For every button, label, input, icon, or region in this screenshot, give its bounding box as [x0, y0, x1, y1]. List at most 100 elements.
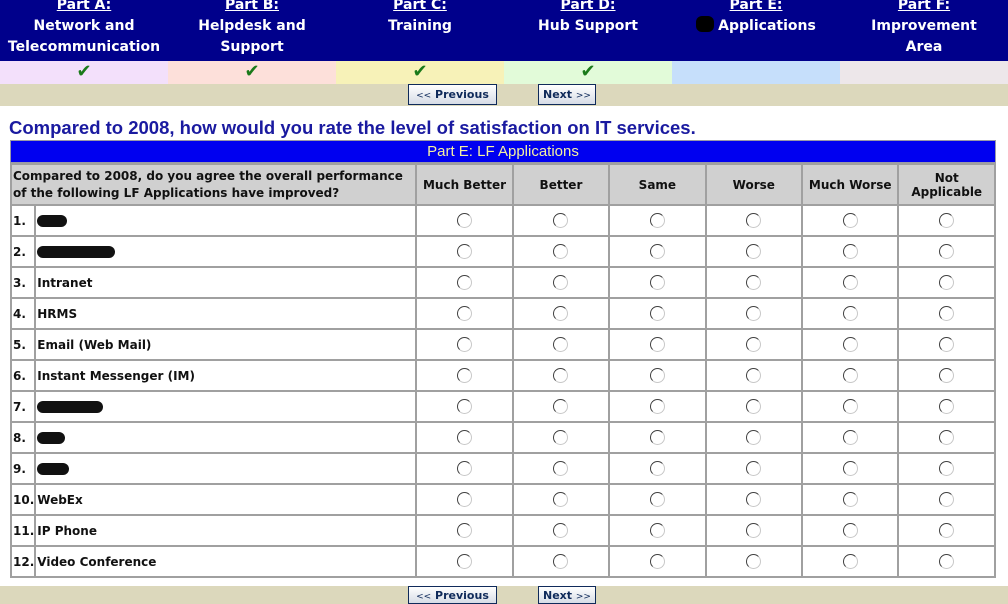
rating-radio[interactable] [553, 275, 569, 290]
option-header: Worse [704, 163, 804, 206]
rating-radio[interactable] [746, 492, 762, 507]
rating-radio[interactable] [457, 368, 473, 383]
option-cell [897, 235, 996, 268]
option-cell [897, 452, 996, 485]
rating-radio[interactable] [746, 523, 762, 538]
rating-radio[interactable] [457, 523, 473, 538]
nav-part-e[interactable]: Part E: Applications [672, 0, 840, 61]
rating-radio[interactable] [746, 306, 762, 321]
rating-radio[interactable] [649, 275, 665, 290]
row-label [34, 452, 418, 485]
rating-radio[interactable] [457, 492, 473, 507]
rating-radio[interactable] [939, 523, 955, 538]
row-number: 6. [9, 359, 37, 392]
rating-radio[interactable] [746, 244, 762, 259]
rating-radio[interactable] [842, 399, 858, 414]
next-button-bottom[interactable]: Next >> [538, 586, 596, 604]
rating-radio[interactable] [746, 554, 762, 569]
option-cell [897, 421, 996, 454]
rating-radio[interactable] [553, 399, 569, 414]
rating-radio[interactable] [649, 523, 665, 538]
rating-radio[interactable] [553, 461, 569, 476]
rating-radio[interactable] [649, 461, 665, 476]
table-row: 11. IP Phone [9, 514, 996, 547]
previous-button[interactable]: << Previous [408, 84, 497, 105]
nav-part-a[interactable]: Part A: Network and Telecommunication [0, 0, 168, 61]
next-button[interactable]: Next >> [538, 84, 596, 105]
rating-radio[interactable] [457, 244, 473, 259]
rating-radio[interactable] [553, 244, 569, 259]
rating-radio[interactable] [842, 275, 858, 290]
rating-radio[interactable] [842, 554, 858, 569]
option-cell [897, 514, 996, 547]
rating-radio[interactable] [649, 368, 665, 383]
rating-radio[interactable] [649, 430, 665, 445]
row-label: Video Conference [34, 545, 418, 578]
nav-part-c[interactable]: Part C: Training [336, 0, 504, 61]
rating-radio[interactable] [746, 275, 762, 290]
rating-radio[interactable] [457, 461, 473, 476]
rating-radio[interactable] [649, 337, 665, 352]
rating-radio[interactable] [457, 430, 473, 445]
rating-radio[interactable] [939, 275, 955, 290]
next-arrows: >> [575, 91, 591, 101]
nav-part-f[interactable]: Part F: Improvement Area [840, 0, 1008, 61]
rating-radio[interactable] [939, 554, 955, 569]
rating-radio[interactable] [649, 306, 665, 321]
rating-radio[interactable] [457, 306, 473, 321]
row-number: 8. [9, 421, 37, 454]
rating-radio[interactable] [746, 213, 762, 228]
rating-radio[interactable] [553, 430, 569, 445]
rating-radio[interactable] [746, 461, 762, 476]
rating-radio[interactable] [457, 337, 473, 352]
rating-radio[interactable] [553, 306, 569, 321]
rating-radio[interactable] [553, 337, 569, 352]
rating-radio[interactable] [457, 554, 473, 569]
rating-radio[interactable] [457, 399, 473, 414]
nav-part-title: Improvement [871, 18, 977, 34]
rating-radio[interactable] [746, 337, 762, 352]
rating-radio[interactable] [939, 213, 955, 228]
rating-radio[interactable] [457, 275, 473, 290]
rating-radio[interactable] [939, 244, 955, 259]
rating-radio[interactable] [553, 368, 569, 383]
option-cell [608, 483, 707, 516]
rating-radio[interactable] [553, 213, 569, 228]
rating-radio[interactable] [842, 523, 858, 538]
nav-part-b[interactable]: Part B: Helpdesk and Support [168, 0, 336, 61]
rating-radio[interactable] [649, 213, 665, 228]
nav-part-title: Applications [672, 16, 840, 37]
rating-radio[interactable] [842, 492, 858, 507]
rating-radio[interactable] [553, 492, 569, 507]
previous-button-bottom[interactable]: << Previous [408, 586, 497, 604]
rating-radio[interactable] [939, 461, 955, 476]
rating-radio[interactable] [746, 399, 762, 414]
rating-radio[interactable] [649, 554, 665, 569]
nav-part-d[interactable]: Part D: Hub Support [504, 0, 672, 61]
rating-radio[interactable] [457, 213, 473, 228]
rating-radio[interactable] [939, 492, 955, 507]
rating-radio[interactable] [842, 244, 858, 259]
rating-radio[interactable] [939, 430, 955, 445]
option-cell [511, 390, 611, 423]
rating-radio[interactable] [939, 368, 955, 383]
rating-radio[interactable] [939, 337, 955, 352]
rating-radio[interactable] [649, 492, 665, 507]
rating-radio[interactable] [842, 213, 858, 228]
rating-radio[interactable] [842, 368, 858, 383]
rating-radio[interactable] [553, 523, 569, 538]
option-header: Much Worse [800, 163, 900, 206]
rating-radio[interactable] [746, 430, 762, 445]
rating-radio[interactable] [649, 399, 665, 414]
rating-radio[interactable] [842, 337, 858, 352]
rating-radio[interactable] [842, 306, 858, 321]
rating-radio[interactable] [746, 368, 762, 383]
rating-radio[interactable] [649, 244, 665, 259]
option-cell [511, 421, 611, 454]
rating-radio[interactable] [842, 461, 858, 476]
checkmark-icon: ✔ [580, 61, 596, 82]
rating-radio[interactable] [939, 399, 955, 414]
rating-radio[interactable] [939, 306, 955, 321]
rating-radio[interactable] [553, 554, 569, 569]
rating-radio[interactable] [842, 430, 858, 445]
